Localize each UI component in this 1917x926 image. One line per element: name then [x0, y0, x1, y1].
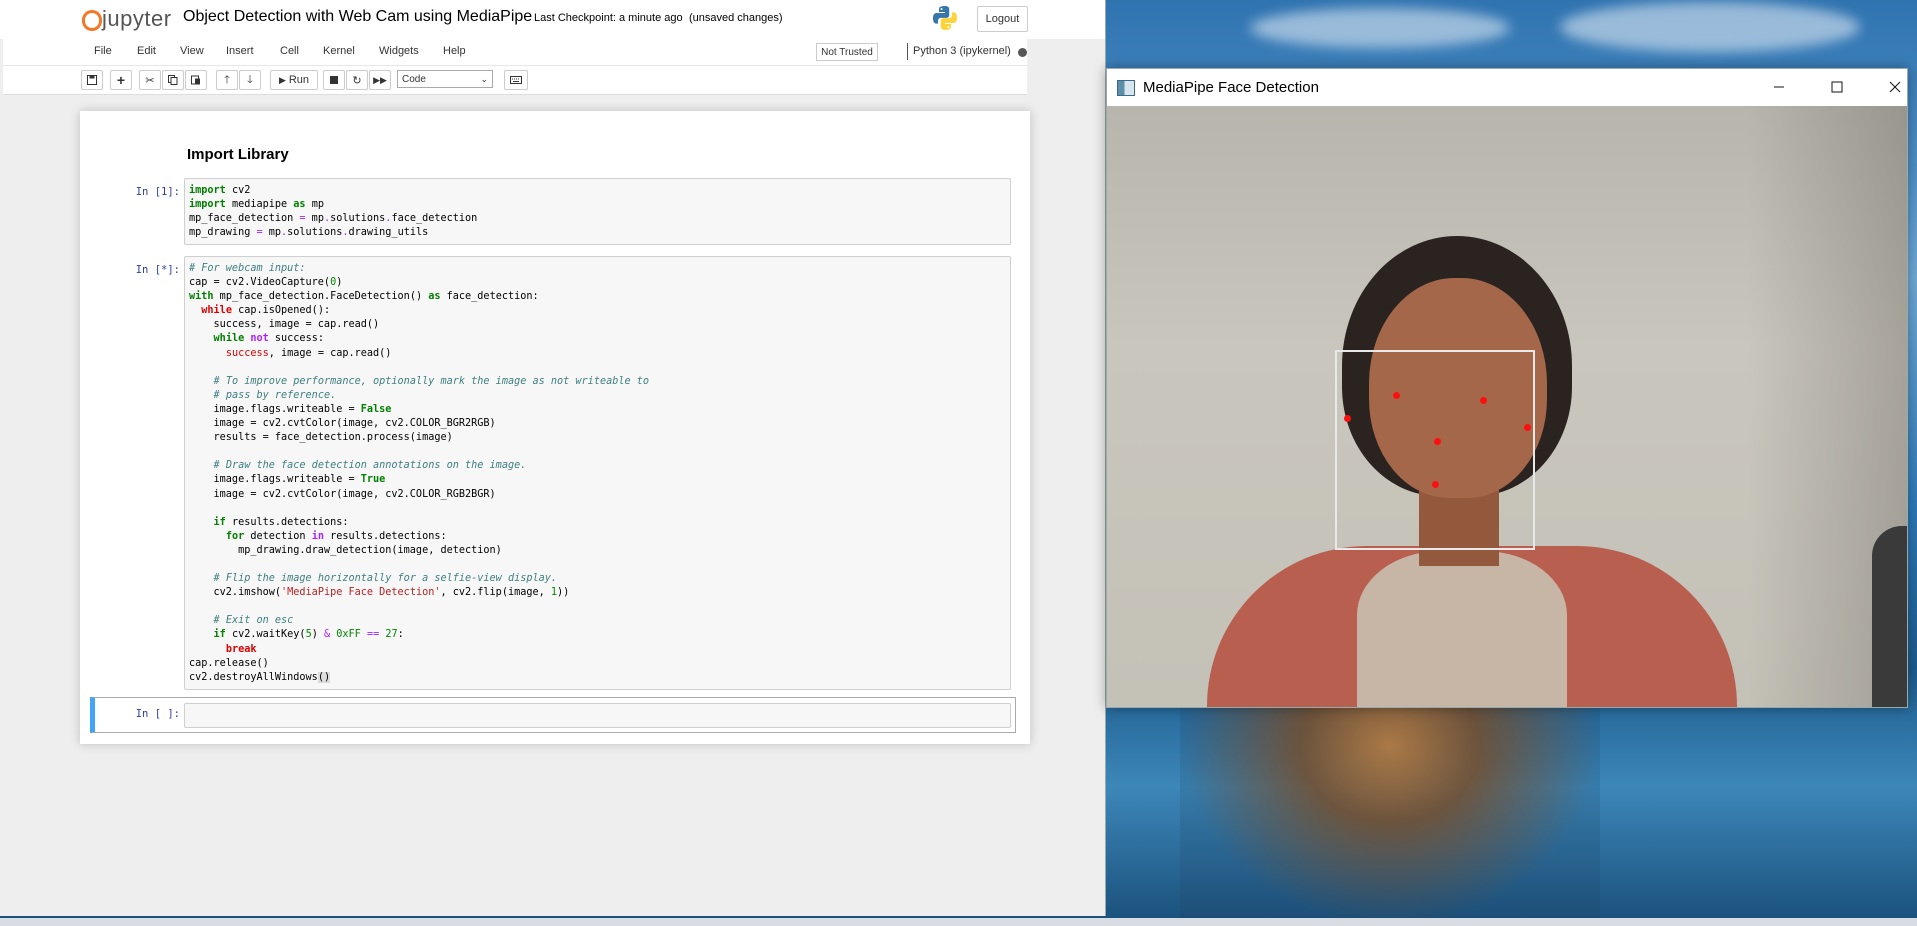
chevron-down-icon: ⌄ [480, 73, 488, 84]
close-icon [1889, 81, 1901, 93]
menu-edit[interactable]: Edit [137, 45, 156, 57]
minimize-icon [1774, 86, 1784, 88]
jupyter-window: jupyter Object Detection with Web Cam us… [0, 0, 1106, 916]
menu-file[interactable]: File [94, 45, 112, 57]
jupyter-logo-text: jupyter [102, 6, 172, 31]
cut-icon: ✂ [145, 74, 155, 87]
cell-type-select[interactable]: Code ⌄ [397, 70, 493, 88]
minimize-button[interactable] [1759, 75, 1799, 99]
move-up-button[interactable]: 🡑 [216, 70, 238, 90]
code-block: # For webcam input: cap = cv2.VideoCaptu… [189, 263, 650, 683]
stop-icon [330, 76, 338, 84]
cell-prompt: In [*]: [135, 264, 180, 276]
code-block: import cv2 import mediapipe as mp mp_fac… [189, 185, 478, 239]
notebook-title[interactable]: Object Detection with Web Cam using Medi… [183, 8, 532, 26]
cut-button[interactable]: ✂ [139, 70, 161, 90]
menu-widgets[interactable]: Widgets [379, 45, 419, 57]
play-icon: ▶ [278, 74, 286, 85]
jupyter-logo[interactable]: jupyter [82, 6, 172, 32]
fast-forward-icon: ▶▶ [373, 74, 387, 85]
insert-cell-button[interactable]: + [110, 70, 132, 90]
save-icon [87, 75, 97, 85]
kernel-name[interactable]: Python 3 (ipykernel) [913, 45, 1011, 57]
keyboard-icon [510, 76, 522, 84]
keypoint-mouth-center [1432, 481, 1439, 488]
python-logo-icon [933, 6, 957, 30]
arrow-down-icon: 🡓 [247, 73, 253, 86]
menu-view[interactable]: View [180, 45, 204, 57]
kernel-busy-indicator [1018, 48, 1027, 57]
not-trusted-badge[interactable]: Not Trusted [816, 43, 878, 61]
notebook-toolbar: + ✂ 🡑 🡓 ▶ Run ↻ ▶▶ Code ⌄ [3, 66, 1027, 95]
taskbar-edge [0, 918, 1917, 926]
unsaved-status: (unsaved changes) [689, 12, 783, 24]
mediapipe-titlebar[interactable]: MediaPipe Face Detection [1107, 69, 1907, 106]
window-app-icon [1117, 80, 1135, 96]
jupyter-header: jupyter Object Detection with Web Cam us… [0, 0, 1105, 39]
menu-kernel[interactable]: Kernel [323, 45, 355, 57]
code-cell-2[interactable]: # For webcam input: cap = cv2.VideoCaptu… [184, 256, 1011, 690]
kernel-separator [907, 43, 908, 60]
arrow-up-icon: 🡑 [224, 73, 230, 86]
menubar: File Edit View Insert Cell Kernel Widget… [3, 39, 1027, 66]
mediapipe-window: MediaPipe Face Detection [1106, 68, 1908, 708]
code-cell-1[interactable]: import cv2 import mediapipe as mp mp_fac… [184, 178, 1011, 245]
keypoint-right-eye [1393, 392, 1400, 399]
command-palette-button[interactable] [504, 70, 528, 90]
close-button[interactable] [1875, 75, 1915, 99]
maximize-button[interactable] [1817, 75, 1857, 99]
keypoint-left-eye [1480, 397, 1487, 404]
person-shirt-inner [1357, 551, 1567, 707]
cell-type-value: Code [402, 73, 426, 85]
checkpoint-status: Last Checkpoint: a minute ago [534, 12, 683, 24]
menu-insert[interactable]: Insert [226, 45, 254, 57]
menu-help[interactable]: Help [443, 45, 466, 57]
notebook-container: Import Library In [1]: import cv2 import… [80, 111, 1030, 744]
plus-icon: + [116, 72, 126, 88]
copy-icon [168, 75, 178, 85]
background-object [1872, 526, 1907, 707]
keypoint-nose-tip [1434, 438, 1441, 445]
move-down-button[interactable]: 🡓 [239, 70, 261, 90]
copy-button[interactable] [162, 70, 184, 90]
mediapipe-window-title: MediaPipe Face Detection [1143, 79, 1319, 96]
landscape-reflection [1180, 700, 1600, 926]
run-button[interactable]: ▶ Run [270, 70, 318, 90]
keypoint-left-ear [1524, 424, 1531, 431]
paste-button[interactable] [185, 70, 207, 90]
code-cell-3-empty[interactable] [184, 703, 1011, 728]
menu-cell[interactable]: Cell [280, 45, 299, 57]
jupyter-logo-icon [82, 8, 102, 31]
restart-button[interactable]: ↻ [346, 70, 368, 90]
keypoint-right-ear [1344, 415, 1351, 422]
cell-prompt: In [1]: [135, 186, 180, 198]
logout-button[interactable]: Logout [977, 6, 1028, 32]
markdown-heading[interactable]: Import Library [187, 146, 289, 163]
cloud-decoration [1250, 8, 1510, 48]
paste-icon [191, 75, 200, 85]
interrupt-button[interactable] [323, 70, 345, 90]
save-button[interactable] [81, 70, 103, 90]
cloud-decoration [1560, 2, 1860, 52]
face-detection-box [1335, 350, 1535, 550]
cell-prompt: In [ ]: [135, 708, 180, 720]
restart-icon: ↻ [352, 74, 362, 87]
run-label: Run [288, 74, 310, 86]
restart-run-all-button[interactable]: ▶▶ [369, 70, 391, 90]
maximize-icon [1831, 81, 1843, 93]
webcam-video-frame [1107, 106, 1907, 707]
